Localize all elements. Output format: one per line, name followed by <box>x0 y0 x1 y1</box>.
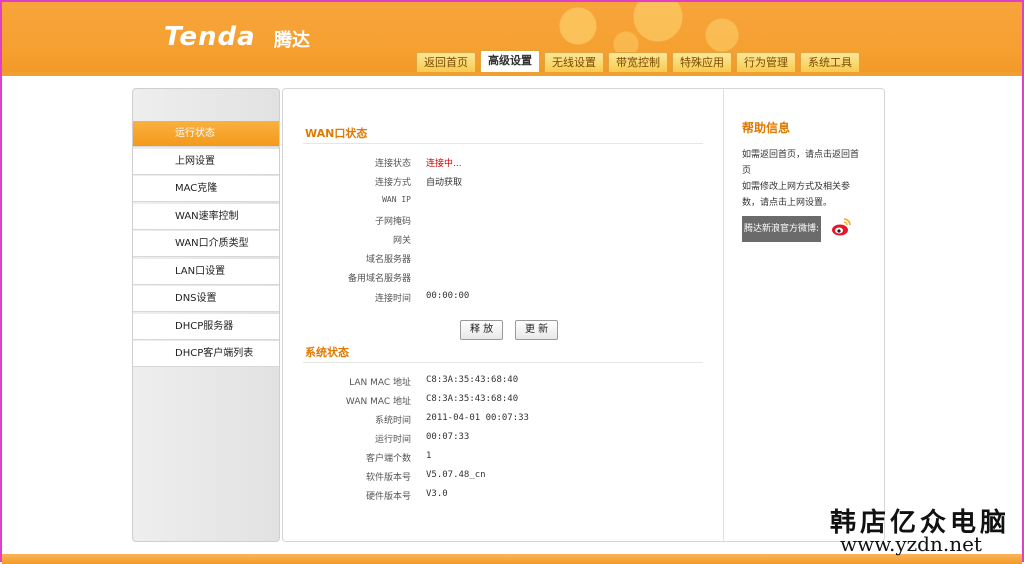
wan-row-label: 连接状态 <box>374 159 411 169</box>
wan-status-title: WAN口状态 <box>305 127 368 140</box>
lan-mac-value: C8:3A:35:43:68:40 <box>426 375 519 385</box>
watermark-url: www.yzdn.net <box>840 532 982 556</box>
help-text: 如需返回首页，请点击返回首页 如需修改上网方式及相关参数，请点击上网设置。 <box>742 150 860 208</box>
tenda-logo-cn: 腾达 <box>274 30 310 51</box>
weibo-label: 腾达新浪官方微博: <box>742 216 822 242</box>
top-header: Tenda 腾达 返回首页 高级设置 无线设置 带宽控制 特殊应用 行为管理 系… <box>2 2 1022 73</box>
wan-row-label: 连接方式 <box>374 178 411 188</box>
main-nav: 返回首页 高级设置 无线设置 带宽控制 特殊应用 行为管理 系统工具 <box>416 50 860 73</box>
system-row-label: 运行时间 <box>374 435 411 445</box>
tab-advanced-settings[interactable]: 高级设置 <box>480 50 540 73</box>
hardware-version-value: V3.0 <box>426 489 448 499</box>
tab-home[interactable]: 返回首页 <box>416 52 476 73</box>
system-row-label: 硬件版本号 <box>365 492 411 502</box>
sidebar: 运行状态 上网设置 MAC克隆 WAN速率控制 WAN口介质类型 LAN口设置 … <box>132 88 280 542</box>
sidebar-item-run-status[interactable]: 运行状态 <box>133 121 279 147</box>
renew-button[interactable]: 更 新 <box>515 320 559 340</box>
connection-time-value: 00:00:00 <box>426 291 470 301</box>
tab-wireless-settings[interactable]: 无线设置 <box>544 52 604 73</box>
wan-row-label: 网关 <box>392 236 411 246</box>
help-panel: 帮助信息 如需返回首页，请点击返回首页 如需修改上网方式及相关参数，请点击上网设… <box>723 88 885 542</box>
tab-system-tools[interactable]: 系统工具 <box>800 52 860 73</box>
wan-row-label: 备用域名服务器 <box>347 274 411 284</box>
help-title: 帮助信息 <box>742 121 791 135</box>
client-count-value: 1 <box>426 451 432 461</box>
header-divider <box>2 72 1022 76</box>
sidebar-item-wan-rate-control[interactable]: WAN速率控制 <box>133 204 279 230</box>
wan-mac-value: C8:3A:35:43:68:40 <box>426 394 519 404</box>
system-status-divider <box>303 362 703 363</box>
release-button[interactable]: 释 放 <box>460 320 504 340</box>
system-time-value: 2011-04-01 00:07:33 <box>426 413 529 423</box>
main-panel: WAN口状态 连接状态 连接中... 连接方式 自动获取 WAN IP 子网掩码… <box>282 88 725 542</box>
wan-row-label: WAN IP <box>382 195 411 204</box>
sidebar-item-dhcp-server[interactable]: DHCP服务器 <box>133 314 279 340</box>
tenda-logo: Tenda <box>164 22 256 52</box>
wan-row-label: 子网掩码 <box>374 217 411 227</box>
system-status-title: 系统状态 <box>305 346 349 359</box>
sidebar-item-lan-settings[interactable]: LAN口设置 <box>133 259 279 285</box>
wan-row-label: 连接时间 <box>374 294 411 304</box>
tab-behavior-management[interactable]: 行为管理 <box>736 52 796 73</box>
system-row-label: LAN MAC 地址 <box>349 378 411 388</box>
uptime-value: 00:07:33 <box>426 432 470 442</box>
software-version-value: V5.07.48_cn <box>426 470 486 480</box>
wan-status-divider <box>303 143 703 144</box>
tab-bandwidth-control[interactable]: 带宽控制 <box>608 52 668 73</box>
sidebar-item-internet-settings[interactable]: 上网设置 <box>133 149 279 175</box>
system-row-label: 软件版本号 <box>365 473 411 483</box>
sidebar-item-dhcp-client-list[interactable]: DHCP客户端列表 <box>133 341 279 367</box>
system-row-label: 系统时间 <box>374 416 411 426</box>
weibo-icon[interactable] <box>830 216 852 238</box>
sidebar-item-dns-settings[interactable]: DNS设置 <box>133 286 279 312</box>
connection-status-value: 连接中... <box>426 159 462 169</box>
connection-type-value: 自动获取 <box>426 178 463 188</box>
wan-row-label: 域名服务器 <box>365 255 411 265</box>
system-row-label: 客户端个数 <box>365 454 411 464</box>
sidebar-item-wan-media-type[interactable]: WAN口介质类型 <box>133 231 279 257</box>
system-row-label: WAN MAC 地址 <box>345 397 411 407</box>
tab-special-applications[interactable]: 特殊应用 <box>672 52 732 73</box>
sidebar-item-mac-clone[interactable]: MAC克隆 <box>133 176 279 202</box>
